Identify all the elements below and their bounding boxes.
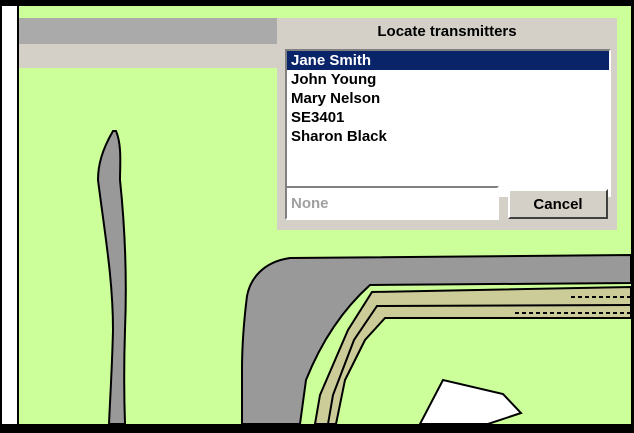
map-toolbar-strip-light [19,44,279,68]
list-item[interactable]: Jane Smith [287,51,609,70]
cancel-button[interactable]: Cancel [508,189,608,219]
window-left-border [0,0,2,433]
list-item[interactable]: SE3401 [287,108,609,127]
map-toolbar-strip [19,18,279,44]
list-item[interactable]: Sharon Black [287,127,609,146]
list-item[interactable]: Mary Nelson [287,89,609,108]
dialog-title: Locate transmitters [377,23,517,40]
list-item[interactable]: John Young [287,70,609,89]
search-input[interactable] [285,186,499,220]
transmitter-list[interactable]: Jane Smith John Young Mary Nelson SE3401… [285,49,611,197]
window-bottom-border [0,424,634,433]
locate-transmitters-dialog: Locate transmitters Jane Smith John Youn… [277,18,617,230]
